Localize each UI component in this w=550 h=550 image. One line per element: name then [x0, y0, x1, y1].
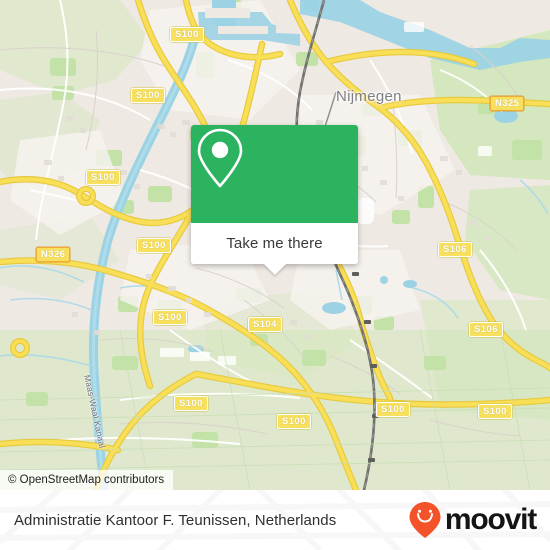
location-popup-card[interactable]: Take me there — [191, 125, 358, 275]
road-shield: S106 — [438, 242, 472, 257]
moovit-wordmark: moovit — [444, 503, 537, 536]
popup-action-area[interactable]: Take me there — [191, 223, 358, 275]
road-shield: S100 — [376, 402, 410, 417]
map-canvas[interactable]: S100 S100 S100 S100 N326 N325 S106 S106 … — [0, 0, 550, 490]
road-shield: S100 — [86, 170, 120, 185]
road-shield: S100 — [478, 404, 512, 419]
place-name-label: Administratie Kantoor F. Teunissen, Neth… — [14, 511, 337, 529]
road-shield: S100 — [174, 396, 208, 411]
road-shield: N325 — [490, 96, 525, 111]
road-shield: N326 — [36, 247, 71, 262]
osm-attribution[interactable]: © OpenStreetMap contributors — [0, 470, 174, 490]
moovit-logo[interactable]: moovit — [408, 501, 537, 539]
road-shield: S104 — [248, 317, 282, 332]
road-shield: S100 — [137, 238, 171, 253]
popup-icon-area — [191, 125, 358, 223]
take-me-there-label: Take me there — [226, 235, 323, 252]
road-shield: S100 — [277, 414, 311, 429]
popup-pointer — [263, 264, 286, 275]
city-label: Nijmegen — [336, 88, 402, 105]
map-pin-icon — [197, 128, 243, 188]
moovit-pin-icon — [409, 502, 441, 538]
road-shield: S100 — [170, 27, 204, 42]
road-shield: S100 — [153, 310, 187, 325]
road-shield: S100 — [131, 88, 165, 103]
footer-bar: Administratie Kantoor F. Teunissen, Neth… — [0, 490, 550, 550]
screenshot-root: S100 S100 S100 S100 N326 N325 S106 S106 … — [0, 0, 550, 550]
road-shield: S106 — [469, 322, 503, 337]
